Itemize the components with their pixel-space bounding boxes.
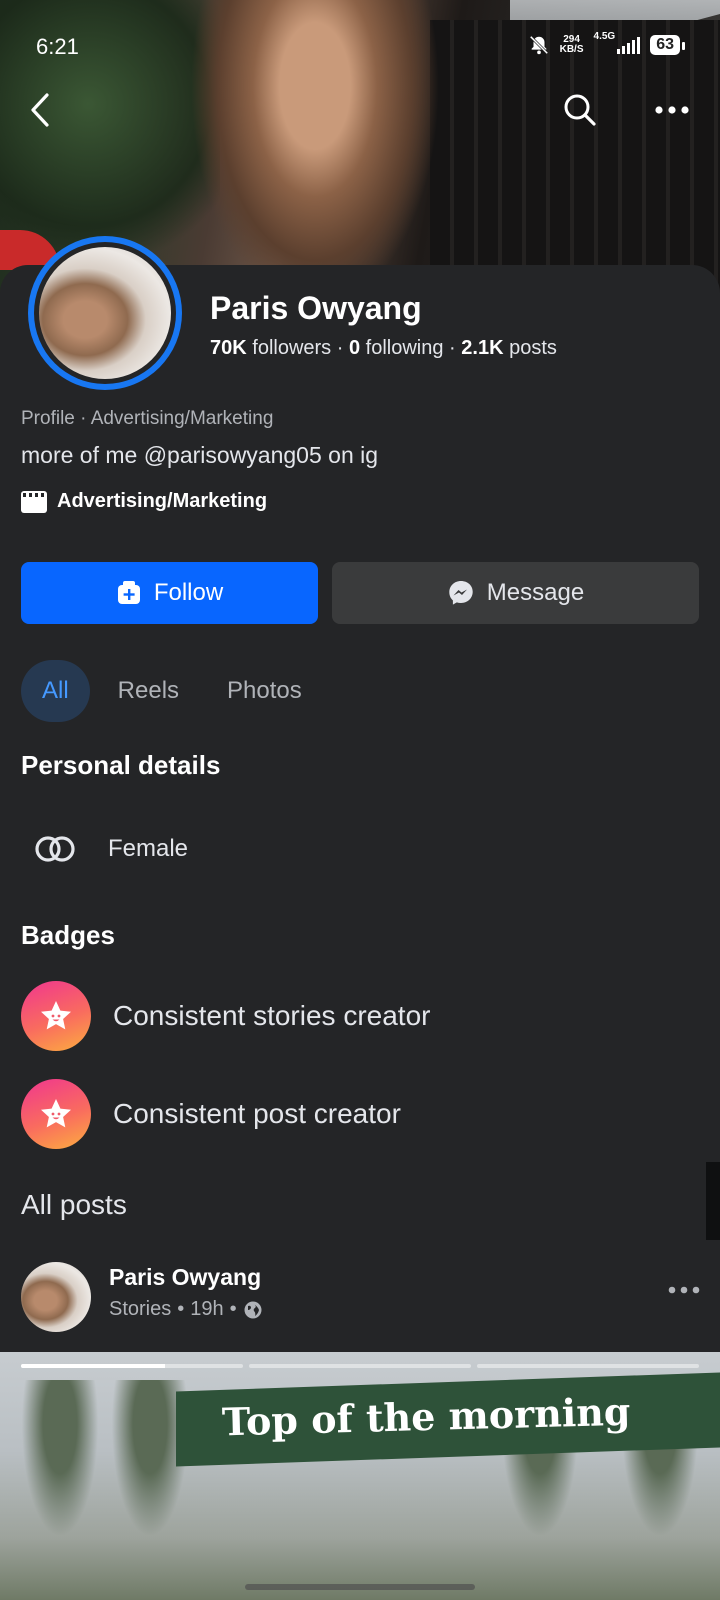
tab-all[interactable]: All <box>21 660 90 722</box>
profile-name: Paris Owyang <box>210 290 422 326</box>
status-time: 6:21 <box>36 34 79 59</box>
message-label: Message <box>486 579 585 606</box>
badge-label: Consistent post creator <box>113 1098 401 1129</box>
story-preview[interactable]: Top of the morning <box>0 1352 720 1600</box>
chevron-left-icon <box>31 93 49 127</box>
story-progress-segment <box>477 1364 699 1368</box>
gender-rings-icon <box>35 836 75 862</box>
more-options-button[interactable] <box>650 88 694 132</box>
follow-button[interactable]: Follow <box>21 562 318 624</box>
story-progress-segment <box>21 1364 243 1368</box>
following-stat[interactable]: 0 following <box>349 337 444 359</box>
badge-label: Consistent stories creator <box>113 1000 431 1031</box>
post-time: 19h <box>190 1298 224 1320</box>
category-label: Advertising/Marketing <box>57 490 268 512</box>
badges-heading: Badges <box>21 920 115 950</box>
signal-icon: 4.5G <box>594 31 641 54</box>
badge-item[interactable]: Consistent post creator <box>21 1079 401 1149</box>
star-badge-icon <box>21 1079 91 1149</box>
search-icon <box>564 94 596 126</box>
clapperboard-icon <box>21 490 47 513</box>
profile-stats: 70K followers · 0 following · 2.1K posts <box>210 337 557 359</box>
globe-icon <box>244 1301 262 1318</box>
follow-label: Follow <box>153 579 224 606</box>
post-author-avatar[interactable] <box>21 1262 91 1332</box>
more-dots-icon <box>655 106 689 114</box>
back-button[interactable] <box>18 88 62 132</box>
profile-avatar[interactable] <box>28 236 182 390</box>
messenger-icon <box>449 581 473 605</box>
profile-category-line: Profile · Advertising/Marketing <box>21 408 274 429</box>
post-more-button[interactable] <box>667 1282 701 1300</box>
content-tabs: All Reels Photos <box>21 660 322 722</box>
battery-indicator: 63 <box>650 35 685 55</box>
profile-bio: more of me @parisowyang05 on ig <box>21 442 379 468</box>
category-row[interactable]: Advertising/Marketing <box>21 490 267 513</box>
status-bar: 6:21 294 KB/S 4.5G 63 <box>0 0 720 92</box>
post-meta: Stories • 19h • <box>109 1298 263 1321</box>
scrollbar-thumb[interactable] <box>706 1162 720 1240</box>
net-speed: 294 KB/S <box>559 34 584 55</box>
mute-bell-icon <box>529 35 548 55</box>
post-author-name[interactable]: Paris Owyang <box>109 1264 261 1291</box>
gender-row: Female <box>34 834 188 864</box>
search-button[interactable] <box>558 88 602 132</box>
home-indicator[interactable] <box>245 1584 475 1590</box>
badge-item[interactable]: Consistent stories creator <box>21 981 430 1051</box>
tab-photos[interactable]: Photos <box>207 660 322 722</box>
follow-icon <box>117 581 140 604</box>
gender-value: Female <box>108 835 189 862</box>
story-progress <box>21 1364 699 1368</box>
message-button[interactable]: Message <box>332 562 699 624</box>
followers-stat[interactable]: 70K followers <box>210 337 331 359</box>
personal-details-heading: Personal details <box>21 750 221 780</box>
story-progress-segment <box>249 1364 471 1368</box>
more-dots-icon <box>668 1286 700 1294</box>
post-header: Paris Owyang Stories • 19h • <box>21 1262 701 1332</box>
tab-reels[interactable]: Reels <box>98 660 199 722</box>
all-posts-heading: All posts <box>21 1189 127 1220</box>
posts-stat[interactable]: 2.1K posts <box>461 337 557 359</box>
star-badge-icon <box>21 981 91 1051</box>
